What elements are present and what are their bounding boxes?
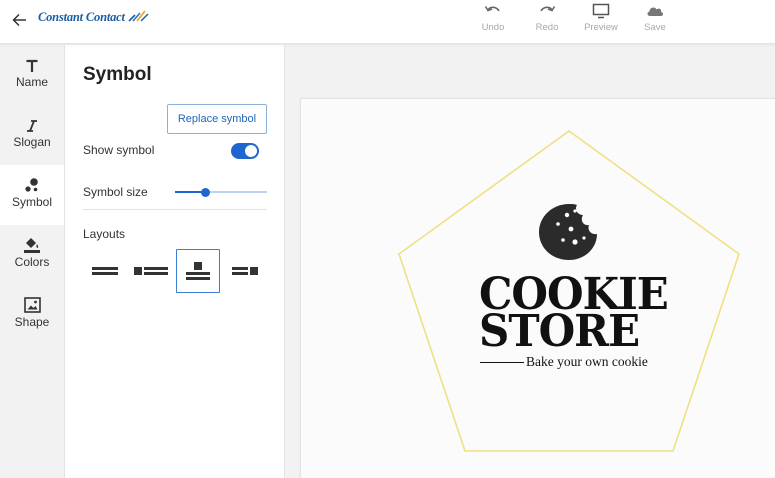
tagline-rule xyxy=(480,362,524,363)
canvas-area: COOKIE STORE Bake your own cookie xyxy=(286,45,775,478)
top-toolbar: Constant Contact Undo Redo Preview Save xyxy=(0,0,775,44)
symbol-size-label: Symbol size xyxy=(83,185,148,199)
layouts-label: Layouts xyxy=(83,227,126,241)
brand-name: Constant Contact xyxy=(38,10,125,24)
brand-mark-icon xyxy=(128,9,149,22)
undo-label: Undo xyxy=(481,22,505,33)
nav-item-symbol[interactable]: Symbol xyxy=(0,165,64,225)
layout-top-icon xyxy=(186,262,210,280)
symbol-dots-icon xyxy=(25,178,38,192)
symbol-size-slider[interactable] xyxy=(175,185,267,199)
layout-option-left[interactable] xyxy=(129,249,173,293)
nav-label-symbol: Symbol xyxy=(11,195,52,209)
redo-icon xyxy=(540,6,556,12)
layout-option-right[interactable] xyxy=(223,249,267,293)
show-symbol-label: Show symbol xyxy=(83,143,155,157)
save-label: Save xyxy=(644,22,666,33)
nav-item-slogan[interactable]: Slogan xyxy=(0,111,64,171)
layout-option-lines[interactable] xyxy=(83,249,127,293)
nav-label-shape: Shape xyxy=(14,315,50,329)
layout-lines-icon xyxy=(92,267,118,275)
save-button[interactable]: Save xyxy=(631,3,679,41)
layout-left-icon xyxy=(134,267,168,275)
symbol-panel: Symbol Replace symbol Show symbol Symbol… xyxy=(65,45,285,478)
nav-item-name[interactable]: Name xyxy=(0,51,64,111)
preview-label: Preview xyxy=(584,22,618,33)
layout-right-icon xyxy=(232,267,258,275)
nav-item-colors[interactable]: Colors xyxy=(0,231,64,291)
panel-title: Symbol xyxy=(83,64,152,85)
undo-button[interactable]: Undo xyxy=(469,3,517,41)
layout-option-top[interactable] xyxy=(176,249,220,293)
italic-i-icon xyxy=(27,120,37,132)
paint-bucket-icon xyxy=(24,238,40,253)
left-nav: Name Slogan Symbol Colors Shape xyxy=(0,45,65,478)
arrow-left-icon xyxy=(11,13,26,27)
slider-thumb[interactable] xyxy=(201,188,210,197)
nav-label-colors: Colors xyxy=(14,255,50,269)
logo-title-line2[interactable]: STORE xyxy=(479,308,640,353)
divider xyxy=(83,209,267,210)
image-frame-icon xyxy=(23,297,41,313)
cloud-icon xyxy=(647,7,664,16)
redo-label: Redo xyxy=(535,22,559,33)
undo-icon xyxy=(484,6,500,12)
brand-logo[interactable]: Constant Contact xyxy=(38,9,149,25)
text-t-icon xyxy=(26,59,38,72)
monitor-icon xyxy=(592,3,610,19)
show-symbol-toggle[interactable] xyxy=(231,143,259,159)
back-button[interactable] xyxy=(10,10,28,30)
nav-item-shape[interactable]: Shape xyxy=(0,291,64,351)
nav-label-slogan: Slogan xyxy=(13,135,51,149)
toggle-knob xyxy=(245,145,257,157)
logo-artboard[interactable]: COOKIE STORE Bake your own cookie xyxy=(300,98,775,478)
cookie-icon[interactable] xyxy=(537,202,601,262)
redo-button[interactable]: Redo xyxy=(523,3,571,41)
logo-tagline[interactable]: Bake your own cookie xyxy=(526,354,648,370)
replace-symbol-button[interactable]: Replace symbol xyxy=(167,104,267,134)
preview-button[interactable]: Preview xyxy=(577,3,625,41)
nav-label-name: Name xyxy=(15,75,48,89)
